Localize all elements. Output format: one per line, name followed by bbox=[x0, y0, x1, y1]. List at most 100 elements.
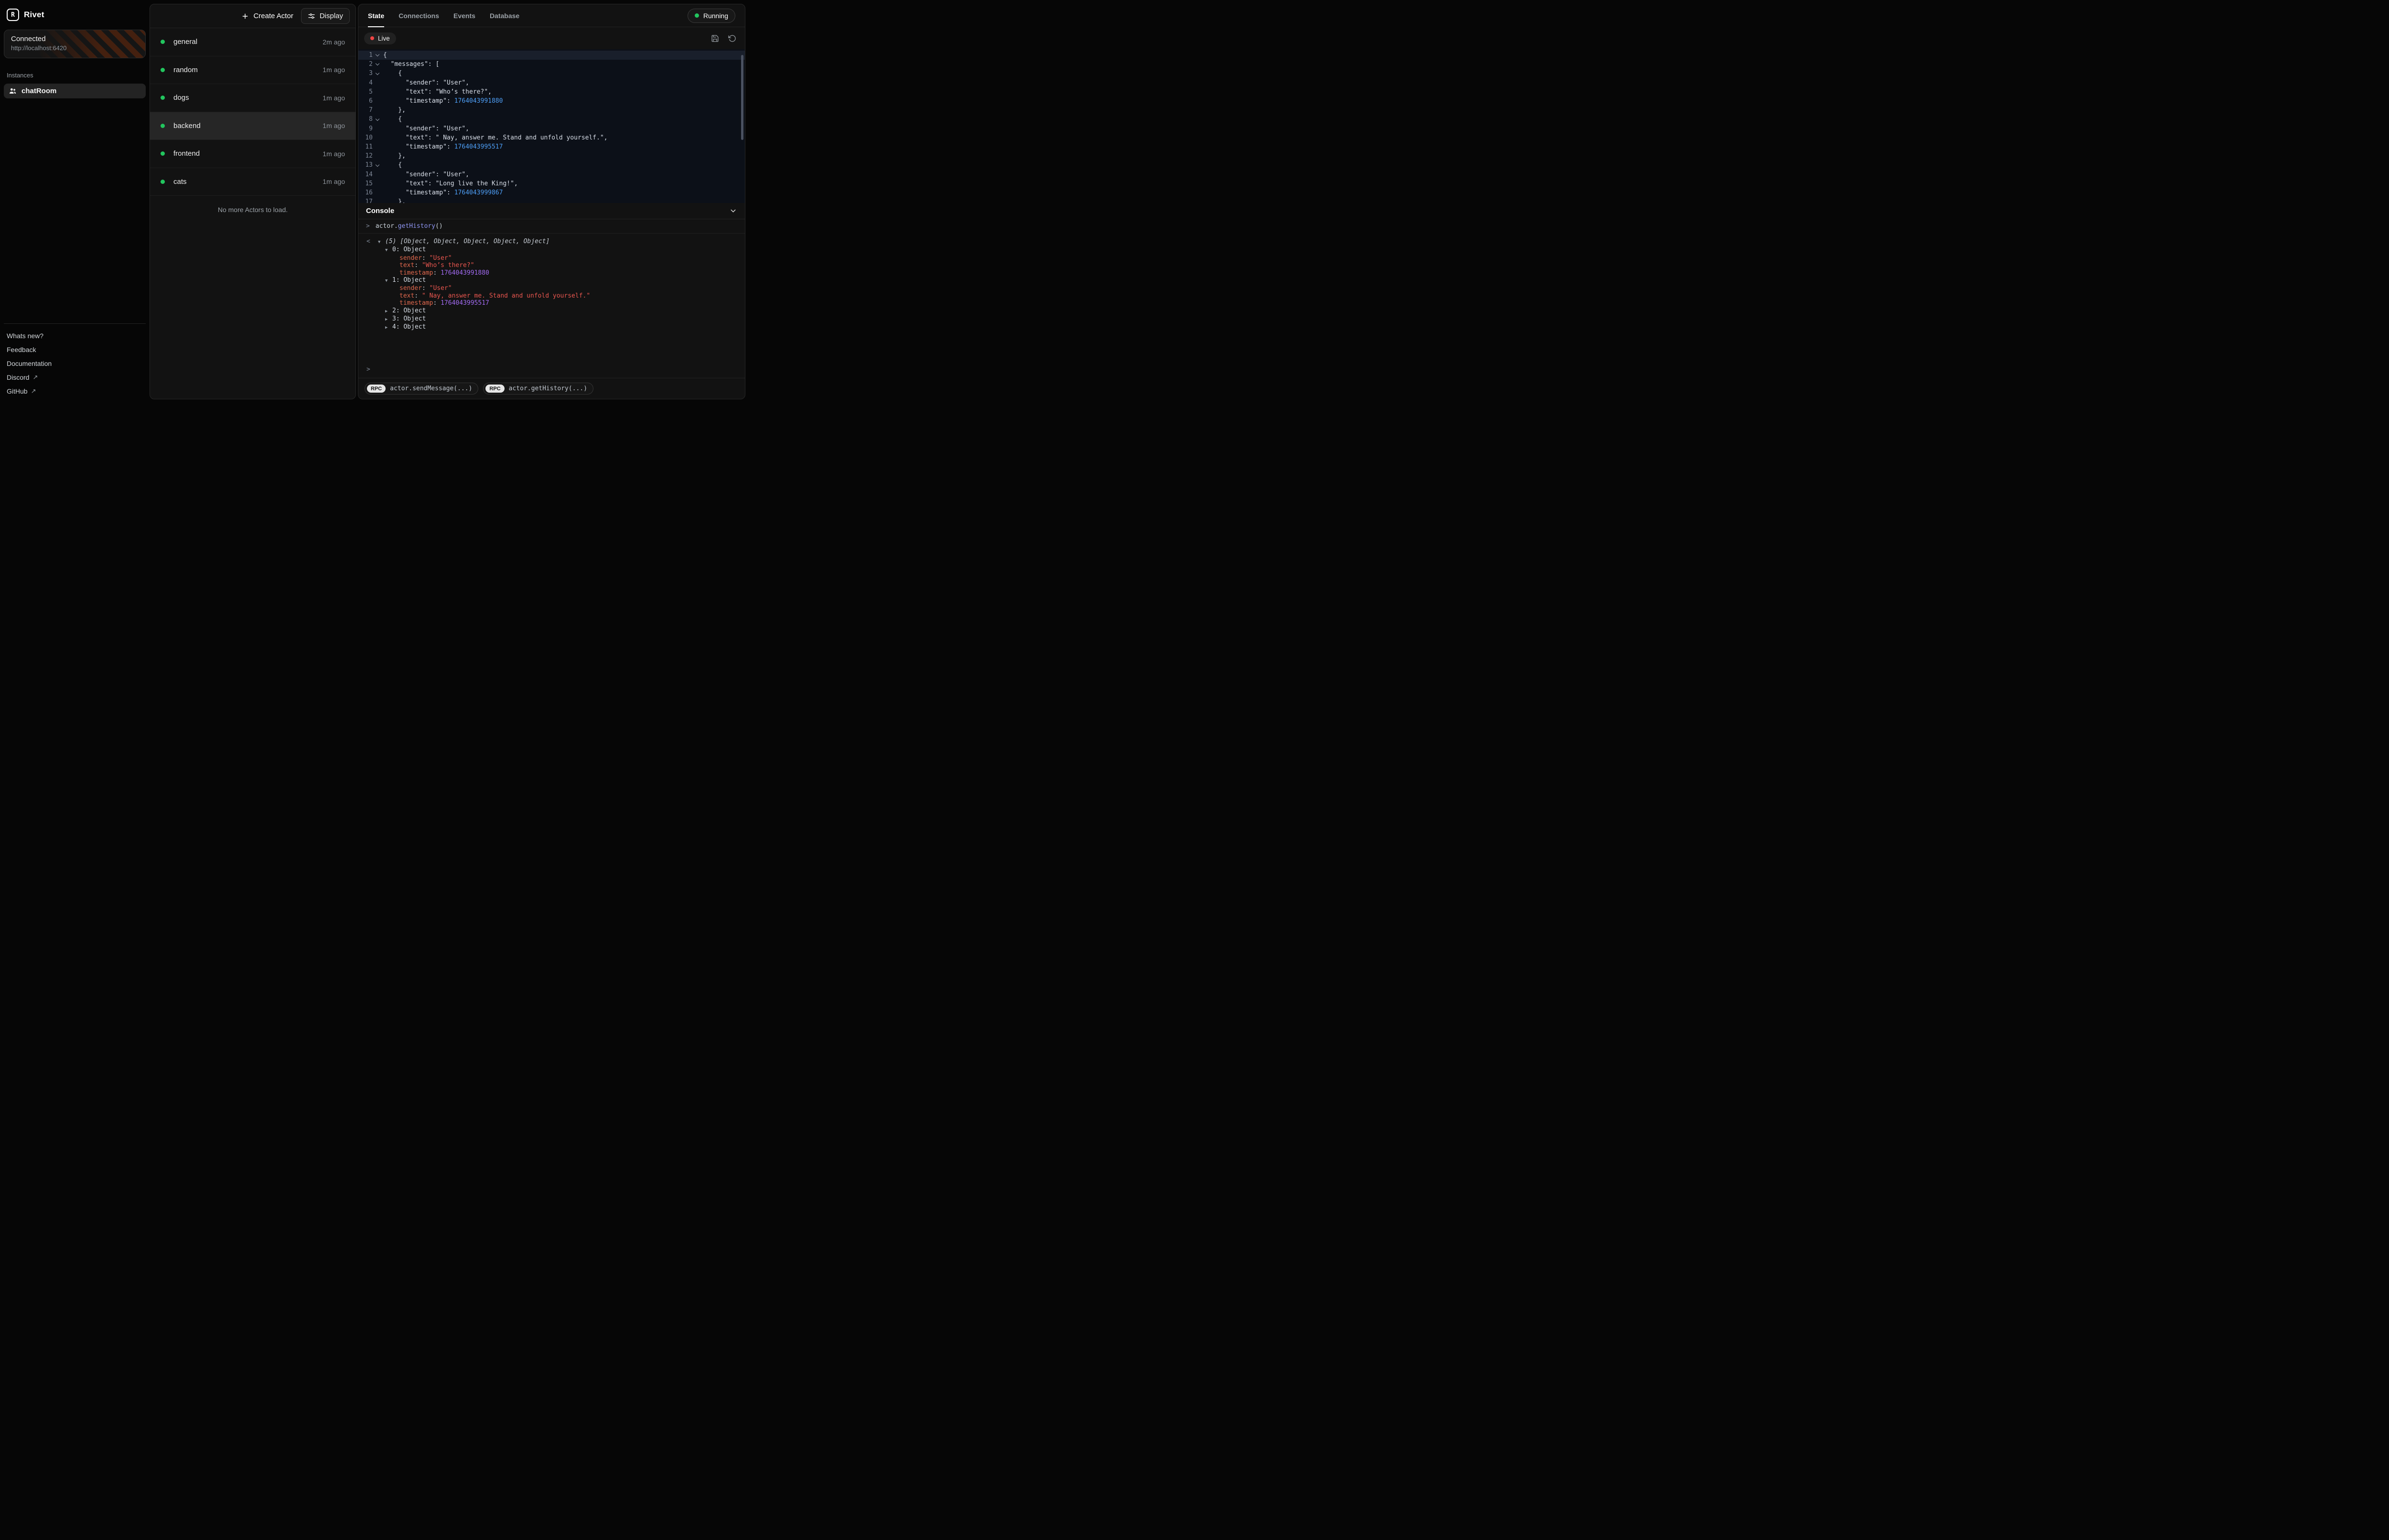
status-dot-icon bbox=[161, 124, 165, 128]
external-link-icon: ↗ bbox=[32, 374, 38, 381]
state-toolbar: Live bbox=[358, 27, 745, 49]
actor-name: dogs bbox=[173, 94, 189, 102]
editor-line[interactable]: 10 "text": " Nay, answer me. Stand and u… bbox=[358, 133, 745, 142]
console-header[interactable]: Console bbox=[358, 203, 745, 219]
editor-line[interactable]: 2 "messages": [ bbox=[358, 60, 745, 69]
sidebar-item-chatroom[interactable]: chatRoom bbox=[4, 84, 146, 98]
actor-row-random[interactable]: random 1m ago bbox=[150, 56, 355, 85]
editor-line[interactable]: 16 "timestamp": 1764043999867 bbox=[358, 188, 745, 197]
console-object-row[interactable]: ▶3: Object bbox=[358, 315, 745, 323]
actor-row-backend[interactable]: backend1m ago bbox=[150, 112, 355, 140]
fold-spacer bbox=[373, 142, 382, 151]
line-number: 10 bbox=[358, 133, 373, 142]
actor-row-general[interactable]: general2m ago bbox=[150, 28, 355, 56]
console-object-row[interactable]: ▶4: Object bbox=[358, 323, 745, 332]
editor-line[interactable]: 13 { bbox=[358, 160, 745, 170]
fold-toggle-icon[interactable] bbox=[373, 69, 382, 78]
sidebar-link-github[interactable]: GitHub↗ bbox=[4, 384, 146, 398]
console-object-row[interactable]: ▼0: Object bbox=[358, 246, 745, 254]
actor-name: cats bbox=[173, 178, 187, 186]
expand-toggle-icon[interactable]: ▶ bbox=[385, 316, 392, 323]
sidebar-link-feedback[interactable]: Feedback bbox=[4, 342, 146, 356]
display-button[interactable]: Display bbox=[301, 8, 350, 24]
brand[interactable]: R Rivet bbox=[4, 0, 47, 29]
editor-line[interactable]: 11 "timestamp": 1764043995517 bbox=[358, 142, 745, 151]
actor-name: random bbox=[173, 66, 198, 74]
return-arrow-icon: < bbox=[366, 238, 378, 245]
tabs-group: State Connections Events Database bbox=[368, 4, 519, 27]
fold-toggle-icon[interactable] bbox=[373, 51, 382, 60]
code-text: { bbox=[382, 160, 402, 170]
collapse-toggle-icon[interactable]: ▼ bbox=[385, 278, 392, 285]
tab-state[interactable]: State bbox=[368, 4, 384, 27]
actor-row-dogs[interactable]: dogs1m ago bbox=[150, 84, 355, 112]
editor-line[interactable]: 9 "sender": "User", bbox=[358, 124, 745, 133]
expand-toggle-icon[interactable]: ▶ bbox=[385, 324, 392, 332]
tab-events[interactable]: Events bbox=[453, 4, 475, 27]
sidebar-link-discord[interactable]: Discord↗ bbox=[4, 370, 146, 384]
collapse-toggle-icon[interactable]: ▼ bbox=[385, 247, 392, 254]
editor-line[interactable]: 5 "text": "Who’s there?", bbox=[358, 87, 745, 96]
fold-spacer bbox=[373, 96, 382, 106]
editor-line[interactable]: 1{ bbox=[358, 51, 745, 60]
console-object-row[interactable]: ▼1: Object bbox=[358, 277, 745, 285]
rpc-badge: RPC bbox=[367, 385, 386, 393]
console-property: text: " Nay, answer me. Stand and unfold… bbox=[358, 292, 745, 299]
editor-line[interactable]: 14 "sender": "User", bbox=[358, 170, 745, 179]
tab-connections[interactable]: Connections bbox=[398, 4, 439, 27]
instances-label: Instances bbox=[7, 72, 143, 79]
save-button[interactable] bbox=[708, 31, 722, 45]
revert-button[interactable] bbox=[725, 31, 739, 45]
editor-line[interactable]: 17 }, bbox=[358, 197, 745, 203]
collapse-toggle-icon[interactable]: ▼ bbox=[378, 239, 385, 246]
live-toggle[interactable]: Live bbox=[364, 32, 396, 44]
code-text: "messages": [ bbox=[382, 60, 439, 69]
line-number: 7 bbox=[358, 106, 373, 115]
fold-spacer bbox=[373, 106, 382, 115]
editor-line[interactable]: 15 "text": "Long live the King!", bbox=[358, 179, 745, 188]
fold-spacer bbox=[373, 124, 382, 133]
actors-panel: Create Actor Display general2m agorandom… bbox=[150, 4, 356, 399]
editor-line[interactable]: 6 "timestamp": 1764043991880 bbox=[358, 96, 745, 106]
console-input[interactable]: > bbox=[358, 363, 745, 378]
fold-toggle-icon[interactable] bbox=[373, 160, 382, 170]
create-actor-button[interactable]: Create Actor bbox=[236, 8, 299, 24]
editor-line[interactable]: 4 "sender": "User", bbox=[358, 78, 745, 87]
fold-toggle-icon[interactable] bbox=[373, 60, 382, 69]
sliders-icon bbox=[308, 12, 315, 20]
editor-line[interactable]: 8 { bbox=[358, 115, 745, 124]
sidebar-link-documentation[interactable]: Documentation bbox=[4, 356, 146, 370]
state-json-editor[interactable]: 1{2 "messages": [3 {4 "sender": "User",5… bbox=[358, 49, 745, 203]
console-object-row[interactable]: ▶2: Object bbox=[358, 307, 745, 315]
actor-name: general bbox=[173, 38, 197, 46]
tab-database[interactable]: Database bbox=[490, 4, 519, 27]
actors-empty-message: No more Actors to load. bbox=[150, 196, 355, 224]
rpc-button-actor-sendmessage[interactable]: RPCactor.sendMessage(...) bbox=[365, 383, 478, 395]
object-label: 3: Object bbox=[392, 315, 426, 322]
actor-row-cats[interactable]: cats1m ago bbox=[150, 168, 355, 196]
chevron-down-icon bbox=[729, 207, 737, 215]
result-summary-text: (5) [Object, Object, Object, Object, Obj… bbox=[385, 238, 549, 245]
editor-line[interactable]: 3 { bbox=[358, 69, 745, 78]
rivet-logo-icon: R bbox=[7, 9, 19, 21]
fold-toggle-icon[interactable] bbox=[373, 115, 382, 124]
rpc-badge: RPC bbox=[485, 385, 504, 393]
fold-spacer bbox=[373, 188, 382, 197]
rpc-button-actor-gethistory[interactable]: RPCactor.getHistory(...) bbox=[483, 383, 593, 395]
code-text: { bbox=[382, 51, 387, 60]
expand-toggle-icon[interactable]: ▶ bbox=[385, 308, 392, 315]
status-badge: Running bbox=[688, 9, 735, 23]
status-dot-icon bbox=[161, 96, 165, 100]
console-collapse-button[interactable] bbox=[729, 207, 737, 215]
actor-age: 1m ago bbox=[323, 66, 345, 74]
link-label: Whats new? bbox=[7, 332, 43, 340]
actor-row-frontend[interactable]: frontend1m ago bbox=[150, 140, 355, 168]
command-text: actor.getHistory() bbox=[376, 223, 443, 230]
object-label: 0: Object bbox=[392, 246, 426, 253]
editor-lines: 1{2 "messages": [3 {4 "sender": "User",5… bbox=[358, 51, 745, 203]
sidebar-link-whats-new[interactable]: Whats new? bbox=[4, 329, 146, 342]
editor-scrollbar[interactable] bbox=[741, 55, 743, 140]
console-property: text: "Who’s there?" bbox=[358, 262, 745, 269]
editor-line[interactable]: 12 }, bbox=[358, 151, 745, 160]
editor-line[interactable]: 7 }, bbox=[358, 106, 745, 115]
